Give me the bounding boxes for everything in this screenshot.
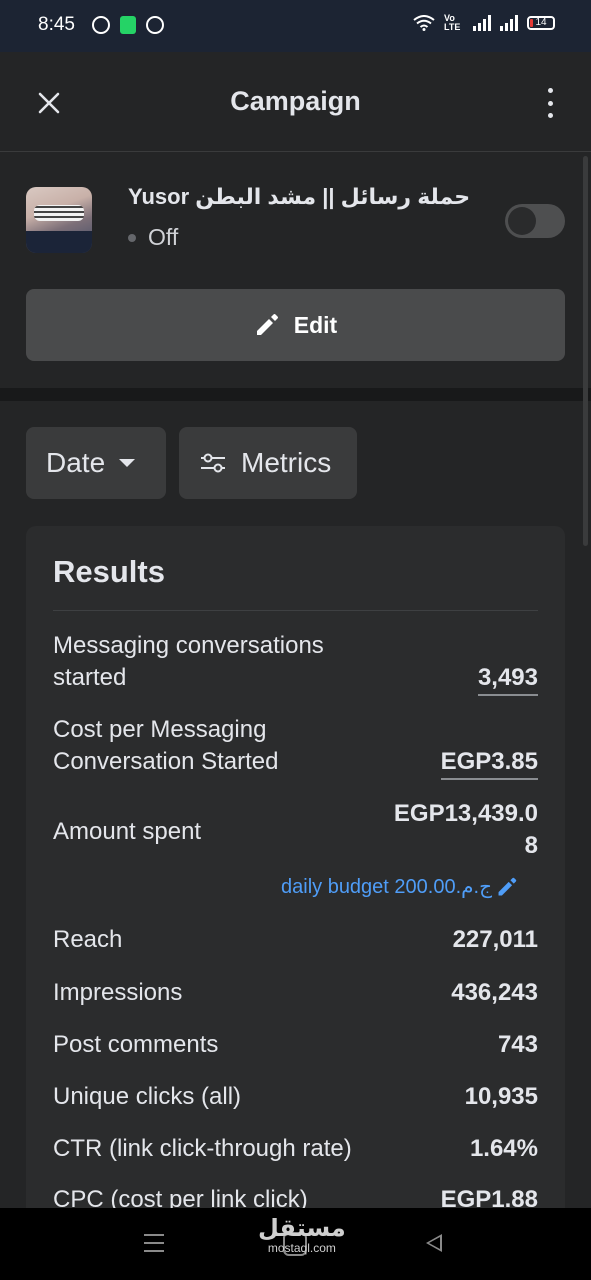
campaign-summary: Yusor حملة رسائل || مشد البطن Off Edit	[0, 152, 591, 388]
caret-down-icon	[119, 459, 136, 467]
facebook-icon	[146, 16, 164, 34]
metric-label: Unique clicks (all)	[53, 1083, 242, 1110]
metric-row: Unique clicks (all) 10,935	[53, 1081, 538, 1115]
metrics-label: Metrics	[241, 447, 332, 478]
app-header: Campaign	[0, 52, 591, 152]
whatsapp-icon	[92, 16, 110, 34]
date-filter-label: Date	[46, 447, 106, 478]
volte-label: Vo LTE	[444, 13, 461, 32]
watermark-arabic: مستقل	[258, 1215, 346, 1242]
metric-row: Post comments 743	[53, 1029, 538, 1063]
pencil-icon	[498, 877, 517, 895]
signal-icon-2	[500, 15, 518, 31]
status-bar: 8:45 Vo LTE 14	[0, 0, 591, 52]
metric-label: Cost per Messaging Conversation Started	[53, 716, 279, 775]
status-time: 8:45	[38, 14, 75, 35]
metric-label: CTR (link click-through rate)	[53, 1135, 352, 1162]
battery-icon: 14	[527, 16, 555, 30]
metric-value[interactable]: EGP3.85	[440, 748, 538, 780]
more-options-icon[interactable]	[543, 88, 557, 118]
metric-label: Impressions	[53, 979, 183, 1006]
metric-value: EGP13,439.08	[393, 800, 538, 859]
metric-row: Impressions 436,243	[53, 977, 538, 1011]
notification-icons	[92, 16, 164, 34]
filter-row: Date Metrics	[26, 427, 357, 499]
signal-icon	[473, 15, 491, 31]
metric-value: 436,243	[451, 979, 538, 1006]
metric-value[interactable]: 3,493	[477, 664, 538, 696]
metric-value: 10,935	[464, 1083, 538, 1110]
battery-saver-icon	[120, 16, 136, 34]
status-label: Off	[148, 224, 179, 250]
status-dot-icon	[128, 233, 136, 242]
metric-label: Amount spent	[53, 818, 202, 845]
edit-label: Edit	[293, 311, 338, 338]
metric-label: Post comments	[53, 1031, 219, 1058]
section-divider	[0, 388, 591, 401]
watermark: مستقل mostaql.com	[258, 1215, 346, 1255]
recent-apps-icon[interactable]	[144, 1234, 164, 1252]
metric-row: Messaging conversations started 3,493	[53, 630, 538, 698]
campaign-thumbnail[interactable]	[26, 187, 92, 253]
system-icons: Vo LTE 14	[413, 14, 555, 32]
metric-value: 227,011	[452, 926, 538, 953]
results-divider	[53, 610, 538, 611]
scrollbar[interactable]	[583, 156, 588, 546]
metric-value: 743	[497, 1031, 538, 1058]
metric-value: 1.64%	[469, 1135, 538, 1162]
metric-row: CTR (link click-through rate) 1.64%	[53, 1133, 538, 1167]
edit-button[interactable]: Edit	[26, 289, 565, 361]
date-filter-button[interactable]: Date	[26, 427, 166, 499]
metric-label: Messaging conversations started	[53, 632, 324, 691]
daily-budget-text: daily budget 200.00.ج.م	[281, 876, 493, 898]
metrics-button[interactable]: Metrics	[179, 427, 357, 499]
battery-level: 14	[535, 17, 547, 28]
watermark-latin: mostaql.com	[267, 1241, 336, 1255]
metric-row: Reach 227,011	[53, 924, 538, 958]
page-title: Campaign	[230, 86, 361, 116]
system-nav-bar: مستقل mostaql.com	[0, 1208, 591, 1280]
daily-budget-link[interactable]: daily budget 200.00.ج.م	[281, 874, 518, 899]
results-title: Results	[53, 554, 165, 589]
metric-row: Cost per Messaging Conversation Started …	[53, 714, 538, 782]
results-card: Results Messaging conversations started …	[26, 526, 565, 1226]
campaign-status: Off	[128, 224, 178, 251]
wifi-icon	[413, 15, 435, 31]
campaign-toggle[interactable]	[505, 204, 565, 238]
sliders-icon	[201, 453, 225, 473]
pencil-icon	[256, 314, 278, 335]
campaign-name: Yusor حملة رسائل || مشد البطن	[128, 184, 471, 209]
metric-label: Reach	[53, 926, 123, 953]
back-icon[interactable]	[426, 1234, 442, 1252]
metric-row: Amount spent EGP13,439.08	[53, 798, 538, 866]
